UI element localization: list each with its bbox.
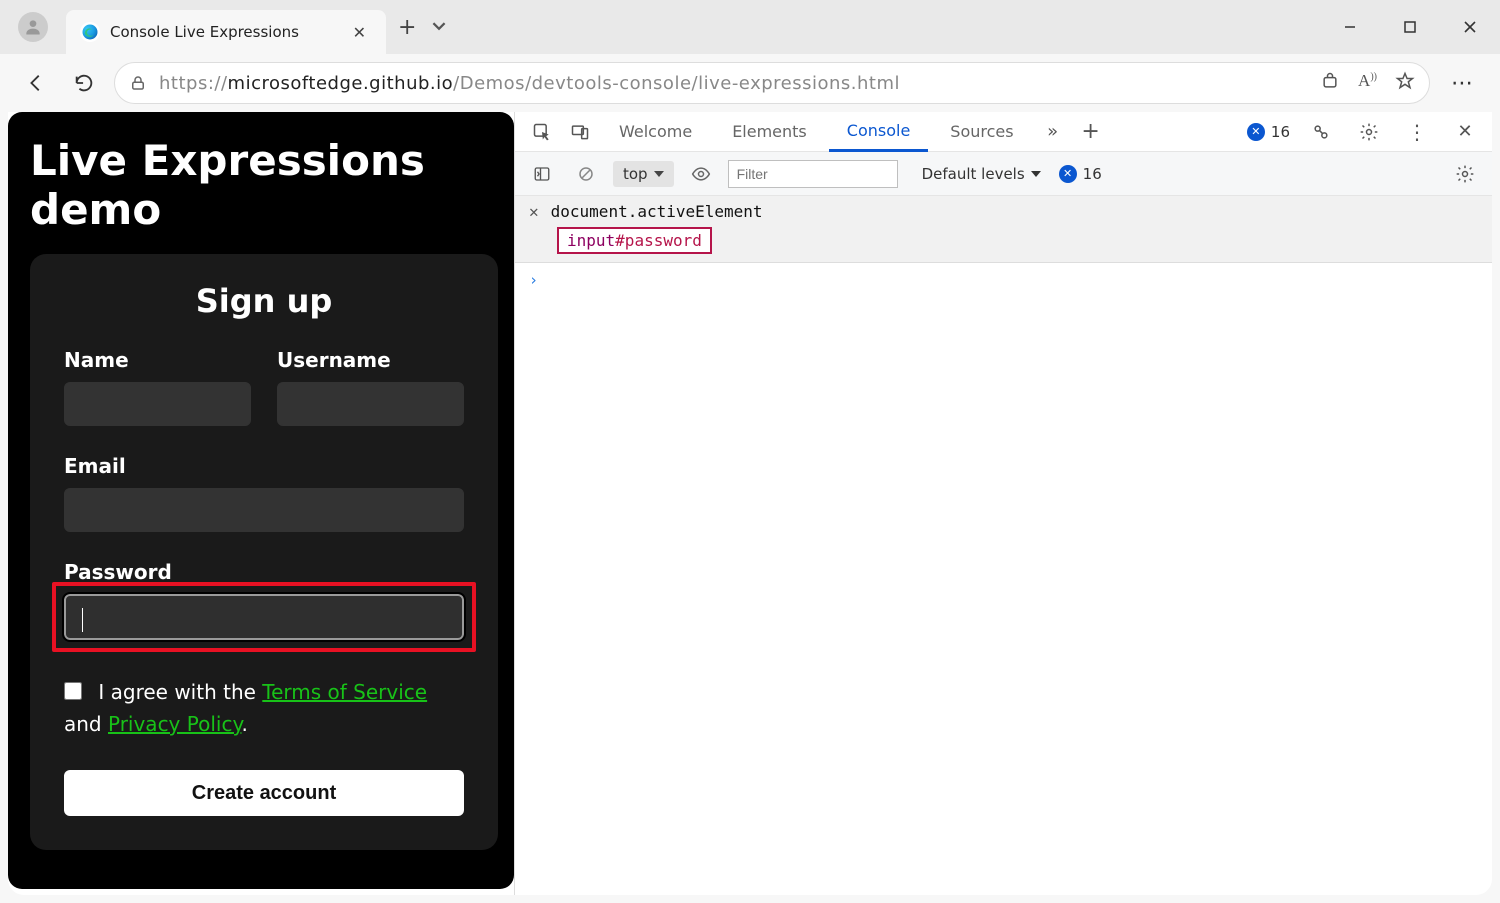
tab-title: Console Live Expressions — [110, 23, 337, 41]
live-expression-remove-icon[interactable]: ✕ — [529, 202, 539, 221]
agree-checkbox[interactable] — [64, 682, 82, 700]
devtools-tabbar: Welcome Elements Console Sources » + ✕ 1… — [515, 112, 1492, 152]
email-label: Email — [64, 454, 464, 478]
text-caret — [82, 608, 83, 632]
profile-avatar[interactable] — [18, 12, 48, 42]
levels-label: Default levels — [922, 165, 1025, 183]
url-host: microsoftedge.github.io — [228, 73, 454, 94]
activity-icon[interactable] — [1304, 115, 1338, 149]
favorite-icon[interactable] — [1395, 71, 1415, 95]
username-field-group: Username — [277, 348, 464, 426]
issues-count: 16 — [1083, 165, 1102, 183]
create-account-button[interactable]: Create account — [64, 770, 464, 816]
address-bar-row: https://microsoftedge.github.io/Demos/de… — [0, 54, 1500, 112]
sidebar-toggle-icon[interactable] — [525, 157, 559, 191]
live-expression-row: ✕ document.activeElement input#password — [515, 196, 1492, 263]
devtools-close-icon[interactable]: ✕ — [1448, 115, 1482, 149]
agree-row: I agree with the Terms of Service and Pr… — [64, 676, 464, 740]
name-field-group: Name — [64, 348, 251, 426]
edge-favicon — [80, 22, 100, 42]
live-expression-eye-icon[interactable] — [684, 157, 718, 191]
window-controls — [1320, 0, 1500, 54]
result-tag: input — [567, 231, 615, 250]
issues-pill[interactable]: ✕ 16 — [1059, 165, 1102, 183]
tab-close-button[interactable]: ✕ — [347, 23, 372, 42]
email-input[interactable] — [64, 488, 464, 532]
privacy-link[interactable]: Privacy Policy — [108, 712, 241, 736]
back-button[interactable] — [18, 65, 54, 101]
console-body[interactable]: › — [515, 263, 1492, 895]
signup-card: Sign up Name Username Email Pa — [30, 254, 498, 850]
filter-input[interactable] — [728, 160, 898, 188]
result-selector: #password — [615, 231, 702, 250]
url-protocol: https:// — [159, 73, 228, 94]
password-field-group: Password — [64, 560, 464, 584]
password-label: Password — [64, 560, 464, 584]
clear-console-icon[interactable] — [569, 157, 603, 191]
page-title: Live Expressions demo — [30, 136, 498, 234]
username-label: Username — [277, 348, 464, 372]
terms-link[interactable]: Terms of Service — [262, 680, 427, 704]
tab-actions-caret[interactable] — [428, 18, 450, 37]
error-count: 16 — [1271, 123, 1290, 141]
app-icon[interactable] — [1320, 71, 1340, 95]
username-input[interactable] — [277, 382, 464, 426]
agree-text-mid: and — [64, 712, 108, 736]
log-levels-dropdown[interactable]: Default levels — [922, 165, 1041, 183]
name-label: Name — [64, 348, 251, 372]
read-aloud-icon[interactable]: A)) — [1358, 71, 1377, 95]
refresh-button[interactable] — [66, 65, 102, 101]
minimize-button[interactable] — [1320, 0, 1380, 54]
inspect-element-icon[interactable] — [525, 115, 559, 149]
password-input[interactable] — [64, 594, 464, 640]
card-heading: Sign up — [64, 282, 464, 320]
name-input[interactable] — [64, 382, 251, 426]
live-expression-code[interactable]: document.activeElement — [551, 202, 763, 221]
url-text: https://microsoftedge.github.io/Demos/de… — [159, 73, 900, 94]
issues-dot-icon: ✕ — [1059, 165, 1077, 183]
more-tabs-icon[interactable]: » — [1036, 115, 1070, 149]
url-path: /Demos/devtools-console/live-expressions… — [453, 73, 900, 94]
devtools-menu-icon[interactable]: ⋮ — [1400, 115, 1434, 149]
close-window-button[interactable] — [1440, 0, 1500, 54]
devtools-panel: Welcome Elements Console Sources » + ✕ 1… — [514, 112, 1492, 895]
console-toolbar: top Default levels ✕ 16 — [515, 152, 1492, 196]
webpage-viewport: Live Expressions demo Sign up Name Usern… — [8, 112, 514, 889]
context-label: top — [623, 165, 648, 183]
browser-menu-button[interactable]: ⋯ — [1442, 71, 1482, 96]
context-selector[interactable]: top — [613, 161, 674, 187]
address-bar[interactable]: https://microsoftedge.github.io/Demos/de… — [114, 62, 1430, 104]
password-highlight-box — [52, 582, 476, 652]
maximize-button[interactable] — [1380, 0, 1440, 54]
browser-tab[interactable]: Console Live Expressions ✕ — [66, 10, 386, 54]
tab-welcome[interactable]: Welcome — [601, 112, 710, 152]
agree-text-suffix: . — [241, 712, 247, 736]
settings-gear-icon[interactable] — [1352, 115, 1386, 149]
titlebar: Console Live Expressions ✕ + — [0, 0, 1500, 54]
tab-elements[interactable]: Elements — [714, 112, 825, 152]
console-prompt-icon: › — [529, 271, 538, 289]
email-field-group: Email — [64, 454, 464, 532]
tab-console[interactable]: Console — [829, 112, 929, 152]
error-dot-icon: ✕ — [1247, 123, 1265, 141]
new-tab-icon[interactable]: + — [1074, 115, 1108, 149]
agree-text-prefix: I agree with the — [92, 680, 262, 704]
tab-sources[interactable]: Sources — [932, 112, 1031, 152]
console-settings-icon[interactable] — [1448, 157, 1482, 191]
live-expression-result[interactable]: input#password — [557, 227, 712, 254]
device-toolbar-icon[interactable] — [563, 115, 597, 149]
lock-icon — [129, 74, 147, 92]
error-count-pill[interactable]: ✕ 16 — [1247, 123, 1290, 141]
new-tab-button[interactable]: + — [386, 15, 428, 40]
